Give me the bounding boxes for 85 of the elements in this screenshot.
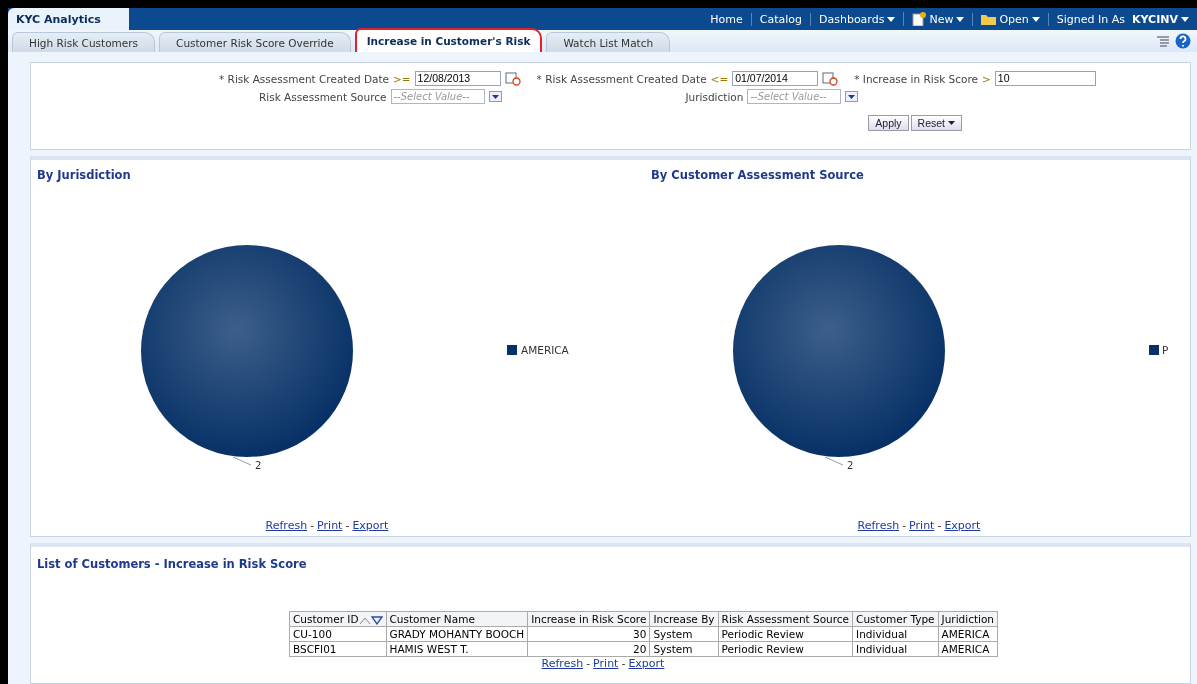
column-header[interactable]: Customer ID bbox=[289, 611, 387, 627]
new-document-icon bbox=[912, 12, 927, 26]
sort-icon[interactable] bbox=[358, 615, 383, 625]
operator-label: >= bbox=[393, 72, 411, 85]
dropdown-icon[interactable] bbox=[845, 91, 859, 102]
dropdown-icon[interactable] bbox=[488, 91, 502, 102]
leader-line bbox=[232, 456, 252, 465]
table-cell: 20 bbox=[527, 641, 650, 657]
folder-icon bbox=[981, 13, 997, 25]
table-cell: System bbox=[649, 626, 719, 642]
column-header[interactable]: Customer Type bbox=[852, 611, 939, 627]
link[interactable]: Refresh bbox=[857, 519, 900, 532]
apply-button[interactable]: Apply bbox=[868, 115, 909, 131]
column-header[interactable]: Juridiction bbox=[938, 611, 998, 627]
dashboard-tab[interactable]: Increase in Customer's Risk bbox=[354, 28, 543, 52]
filter-label: Risk Assessment Source bbox=[259, 90, 387, 103]
table-cell: BSCFI01 bbox=[289, 641, 387, 657]
operator-label: <= bbox=[710, 72, 729, 85]
table-cell: GRADY MOHANTY BOOCH bbox=[386, 626, 528, 642]
data-label: 2 bbox=[255, 459, 262, 471]
link-separator: - bbox=[937, 519, 942, 532]
nav-link[interactable]: Catalog bbox=[750, 12, 810, 26]
caret-icon bbox=[887, 16, 896, 22]
link[interactable]: Export bbox=[628, 657, 665, 670]
table-cell: Individual bbox=[852, 641, 939, 657]
link[interactable]: Print bbox=[593, 657, 619, 670]
caret-icon bbox=[956, 16, 965, 22]
column-header[interactable]: Risk Assessment Source bbox=[718, 611, 853, 627]
table-cell: CU-100 bbox=[289, 626, 387, 642]
app-title: KYC Analytics bbox=[8, 8, 129, 30]
dashboard-tab[interactable]: Customer Risk Score Override bbox=[159, 32, 351, 52]
link[interactable]: Print bbox=[909, 519, 935, 532]
legend-label: AMERICA bbox=[521, 343, 569, 356]
caret-icon bbox=[948, 121, 955, 125]
nav-link[interactable]: Open bbox=[972, 12, 1048, 26]
link-separator: - bbox=[621, 657, 626, 670]
help-icon[interactable] bbox=[1175, 33, 1191, 49]
link[interactable]: Refresh bbox=[541, 657, 584, 670]
table-title: List of Customers - Increase in Risk Score bbox=[37, 557, 308, 571]
link[interactable]: Export bbox=[944, 519, 981, 532]
filter-label: Jurisdiction bbox=[685, 90, 744, 103]
table-cell: Periodic Review bbox=[718, 626, 853, 642]
leader-line bbox=[824, 456, 844, 465]
filter-label: * Risk Assessment Created Date bbox=[536, 72, 707, 85]
nav-link[interactable]: Dashboards bbox=[810, 12, 904, 26]
link[interactable]: Export bbox=[352, 519, 389, 532]
input-field[interactable]: 01/07/2014 bbox=[732, 71, 819, 86]
filter-label: * Increase in Risk Score bbox=[854, 72, 978, 85]
link-separator: - bbox=[586, 657, 591, 670]
legend-label: P bbox=[1162, 343, 1169, 356]
table-cell: Periodic Review bbox=[718, 641, 853, 657]
table-cell: AMERICA bbox=[938, 626, 998, 642]
list-menu-icon[interactable] bbox=[1157, 35, 1171, 47]
table-cell: 30 bbox=[527, 626, 650, 642]
legend-swatch bbox=[507, 344, 517, 355]
input-field[interactable]: 12/08/2013 bbox=[414, 71, 501, 86]
link[interactable]: Print bbox=[317, 519, 343, 532]
chart-title: By Jurisdiction bbox=[37, 168, 132, 182]
dashboard-tab[interactable]: High Risk Customers bbox=[12, 32, 156, 52]
link-separator: - bbox=[902, 519, 907, 532]
input-field[interactable]: 10 bbox=[994, 71, 1096, 86]
table-cell: System bbox=[649, 641, 719, 657]
dashboard-tab[interactable]: Watch List Match bbox=[546, 32, 671, 52]
caret-icon bbox=[1031, 16, 1040, 22]
nav-link[interactable]: Signed In As KYCINV bbox=[1047, 12, 1197, 26]
table-cell: AMERICA bbox=[938, 641, 998, 657]
calendar-icon[interactable] bbox=[822, 71, 839, 86]
legend-swatch bbox=[1149, 344, 1159, 355]
column-header[interactable]: Customer Name bbox=[386, 611, 528, 627]
link[interactable]: Refresh bbox=[265, 519, 308, 532]
reset-button[interactable]: Reset bbox=[910, 115, 962, 131]
data-label: 2 bbox=[847, 459, 854, 471]
link-separator: - bbox=[345, 519, 350, 532]
column-header[interactable]: Increase By bbox=[649, 611, 719, 627]
nav-link[interactable]: Home bbox=[702, 12, 751, 26]
column-header[interactable]: Increase in Risk Score bbox=[527, 611, 650, 627]
chart-title: By Customer Assessment Source bbox=[650, 168, 865, 182]
caret-icon bbox=[1181, 16, 1189, 22]
table-cell: Individual bbox=[852, 626, 939, 642]
filter-label: * Risk Assessment Created Date bbox=[219, 72, 389, 85]
operator-label: > bbox=[982, 72, 991, 85]
calendar-icon[interactable] bbox=[504, 71, 521, 86]
table-cell: HAMIS WEST T. bbox=[386, 641, 528, 657]
link-separator: - bbox=[310, 519, 315, 532]
nav-link[interactable]: New bbox=[903, 12, 973, 26]
